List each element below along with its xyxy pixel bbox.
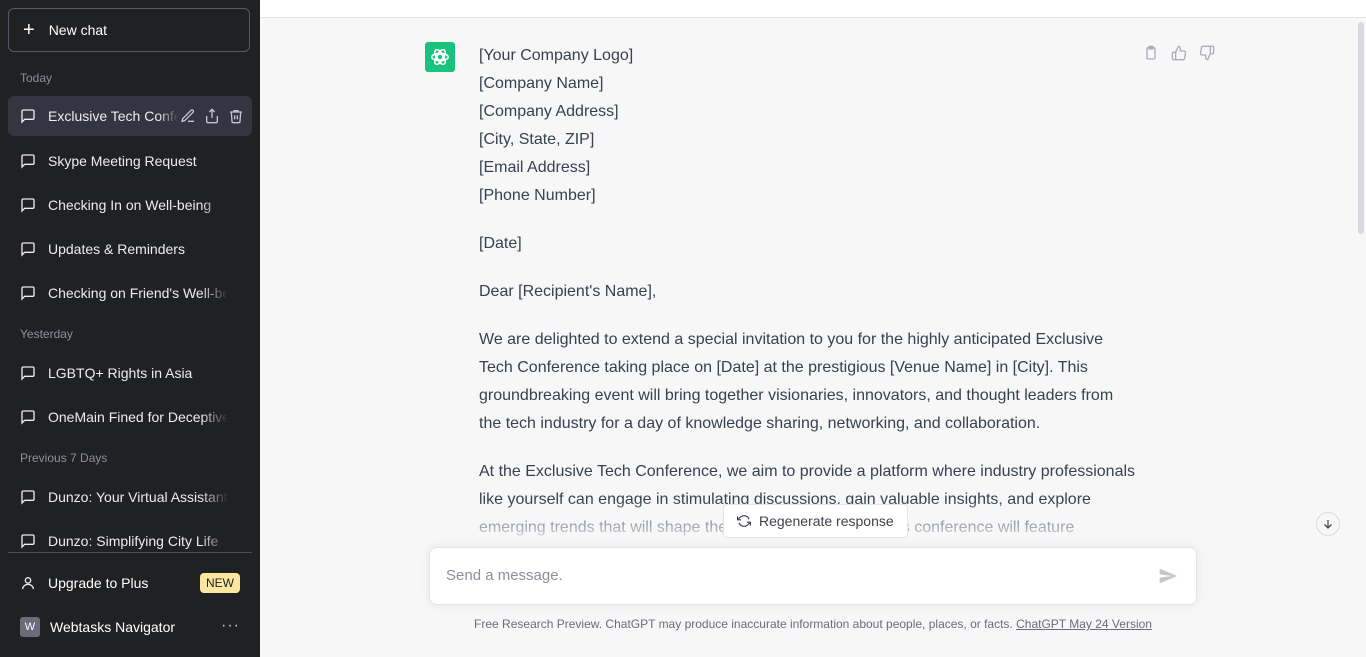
sidebar-chat-item[interactable]: OneMain Fined for Deceptive [8, 397, 252, 437]
message-composer [429, 547, 1197, 605]
send-icon[interactable] [1158, 566, 1178, 586]
new-badge: NEW [200, 573, 240, 593]
chat-item-label: Updates & Reminders [48, 241, 185, 257]
section-label-today: Today [20, 71, 53, 85]
footer-text: Free Research Preview. ChatGPT may produ… [474, 617, 1017, 631]
arrow-down-icon [1324, 520, 1332, 529]
message-actions [1143, 45, 1215, 61]
sidebar-chat-item[interactable]: Checking on Friend's Well-being [8, 273, 252, 313]
chat-bubble-icon [21, 534, 35, 549]
thumbs-down-icon[interactable] [1199, 45, 1215, 61]
message-line: [Email Address] [479, 159, 591, 176]
chat-bubble-icon [21, 154, 35, 169]
regenerate-response-button[interactable]: Regenerate response [723, 504, 908, 538]
chat-bubble-icon [21, 109, 35, 124]
message-line: [Your Company Logo] [479, 47, 634, 64]
upgrade-label: Upgrade to Plus [48, 575, 149, 591]
sidebar-chat-item[interactable]: Dunzo: Simplifying City Life [8, 521, 252, 561]
chat-item-label: Exclusive Tech Conference [48, 108, 178, 124]
message-line: [Company Address] [479, 103, 619, 120]
message-line: [Phone Number] [479, 187, 596, 204]
regenerate-label: Regenerate response [759, 513, 894, 529]
sidebar-chat-item[interactable]: Skype Meeting Request [8, 141, 252, 181]
chat-item-label: Dunzo: Your Virtual Assistant [48, 489, 228, 505]
sidebar-chat-item[interactable]: Updates & Reminders [8, 229, 252, 269]
chat-bubble-icon [21, 286, 35, 301]
user-menu-button[interactable]: W Webtasks Navigator ··· [8, 607, 252, 647]
section-label-previous: Previous 7 Days [20, 451, 108, 465]
chat-item-label: Checking on Friend's Well-being [48, 285, 228, 301]
scrollbar-thumb[interactable] [1358, 22, 1364, 234]
edit-icon[interactable] [180, 108, 196, 124]
sidebar-chat-item[interactable]: Dunzo: Your Virtual Assistant [8, 477, 252, 517]
chat-bubble-icon [21, 366, 35, 381]
sidebar: + New chat Today Exclusive Tech Conferen… [0, 0, 260, 657]
chat-item-label: OneMain Fined for Deceptive [48, 409, 228, 425]
more-icon[interactable]: ··· [221, 617, 240, 635]
new-chat-label: New chat [48, 22, 108, 38]
message-line: [City, State, ZIP] [479, 131, 595, 148]
thumbs-up-icon[interactable] [1171, 45, 1187, 61]
section-label-yesterday: Yesterday [20, 327, 73, 341]
upgrade-to-plus-button[interactable]: Upgrade to Plus NEW [8, 563, 252, 603]
chat-bubble-icon [21, 410, 35, 425]
copy-icon[interactable] [1143, 45, 1159, 61]
sidebar-chat-item[interactable]: Checking In on Well-being [8, 185, 252, 225]
new-chat-button[interactable]: + New chat [8, 8, 250, 52]
message-input[interactable] [444, 566, 1128, 585]
refresh-icon [737, 515, 751, 527]
chat-item-label: Dunzo: Simplifying City Life [48, 533, 219, 549]
sidebar-chat-item[interactable]: LGBTQ+ Rights in Asia [8, 353, 252, 393]
chat-bubble-icon [21, 490, 35, 505]
sidebar-divider [8, 552, 252, 553]
sidebar-chat-item[interactable]: Exclusive Tech Conference [8, 96, 252, 136]
chat-item-label: Skype Meeting Request [48, 153, 197, 169]
scroll-to-bottom-button[interactable] [1316, 512, 1340, 536]
plus-icon: + [23, 19, 35, 41]
chat-bubble-icon [21, 242, 35, 257]
message-line: [Company Name] [479, 75, 604, 92]
footer: Free Research Preview. ChatGPT may produ… [260, 617, 1366, 631]
chat-item-label: Checking In on Well-being [48, 197, 212, 213]
message-date: [Date] [479, 235, 522, 252]
chatgpt-logo-icon [425, 42, 455, 72]
chat-bubble-icon [21, 198, 35, 213]
user-name: Webtasks Navigator [50, 619, 176, 635]
message-paragraph: We are delighted to extend a special inv… [479, 331, 1114, 432]
version-link[interactable]: ChatGPT May 24 Version [1016, 617, 1152, 631]
message-greeting: Dear [Recipient's Name], [479, 283, 657, 300]
chat-item-label: LGBTQ+ Rights in Asia [48, 365, 193, 381]
avatar: W [20, 617, 40, 637]
share-icon[interactable] [204, 108, 220, 124]
user-icon [22, 577, 34, 590]
assistant-message: [Your Company Logo] [Company Name] [Comp… [479, 42, 1139, 562]
top-bar [260, 0, 1366, 18]
trash-icon[interactable] [228, 108, 244, 124]
